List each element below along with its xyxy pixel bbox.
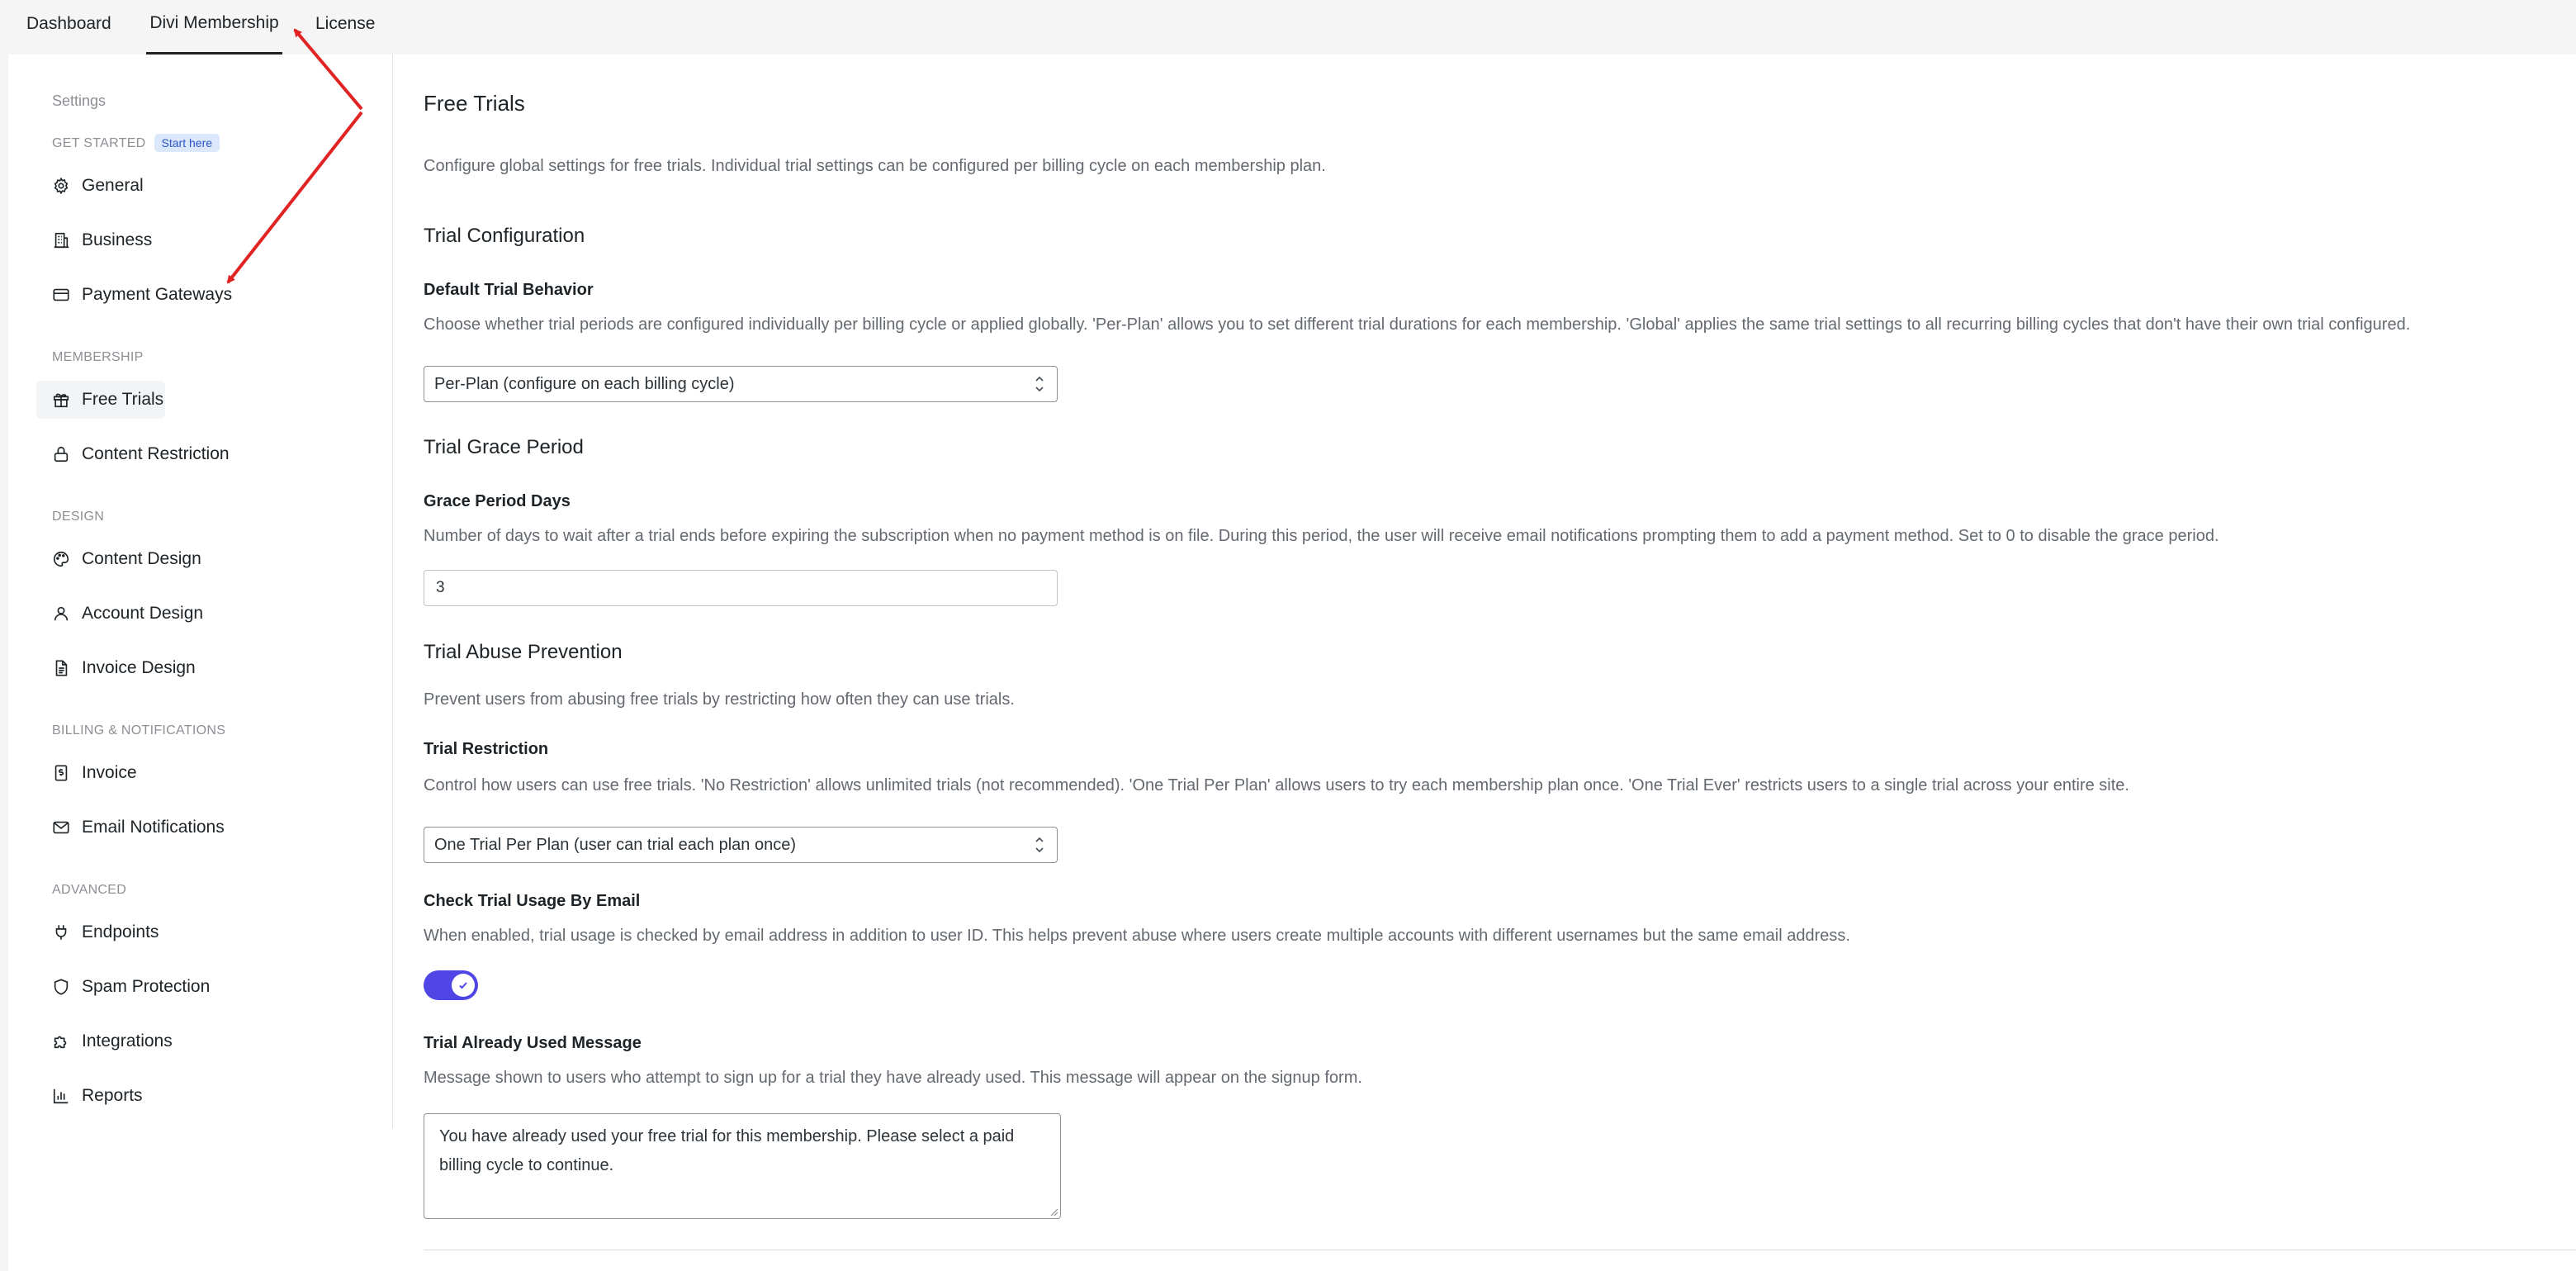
gift-icon [52, 391, 70, 409]
gear-icon [52, 177, 70, 195]
sidebar-heading-design: DESIGN [52, 510, 105, 524]
plug-icon [52, 923, 70, 941]
select-value: One Trial Per Plan (user can trial each … [434, 835, 796, 854]
check-trial-email-description: When enabled, trial usage is checked by … [424, 927, 1850, 945]
section-title-abuse-prevention: Trial Abuse Prevention [424, 641, 623, 663]
user-icon [52, 605, 70, 623]
sidebar-item-label: Payment Gateways [82, 285, 233, 304]
section-title-grace-period: Trial Grace Period [424, 436, 584, 458]
sidebar-heading-advanced: ADVANCED [52, 883, 127, 897]
sidebar-item-account-design[interactable]: Account Design [36, 595, 390, 633]
textarea-value: You have already used your free trial fo… [439, 1127, 1015, 1174]
default-trial-behavior-label: Default Trial Behavior [424, 281, 594, 299]
sidebar-item-label: Free Trials [82, 390, 164, 409]
check-icon [459, 982, 467, 989]
trial-used-message-description: Message shown to users who attempt to si… [424, 1069, 1362, 1087]
input-value: 3 [436, 579, 445, 596]
trial-restriction-description: Control how users can use free trials. '… [424, 776, 2129, 794]
sidebar-item-label: Reports [82, 1086, 143, 1105]
top-tab-bar: Dashboard Divi Membership License [0, 0, 2576, 55]
sidebar-item-label: Invoice Design [82, 658, 196, 677]
sidebar-item-spam-protection[interactable]: Spam Protection [36, 968, 390, 1006]
sidebar-item-label: Business [82, 230, 153, 249]
mail-icon [52, 818, 70, 837]
document-icon [52, 659, 70, 677]
sidebar-heading-label: GET STARTED [52, 136, 146, 150]
receipt-dollar-icon [52, 764, 70, 782]
trial-restriction-select[interactable]: One Trial Per Plan (user can trial each … [424, 827, 1058, 863]
sidebar-heading-get-started: GET STARTED Start here [52, 134, 220, 152]
page-intro: Configure global settings for free trial… [424, 157, 1326, 175]
default-trial-behavior-description: Choose whether trial periods are configu… [424, 315, 2411, 334]
sidebar-item-label: Content Design [82, 549, 201, 568]
sidebar-item-free-trials[interactable]: Free Trials [36, 381, 165, 419]
select-value: Per-Plan (configure on each billing cycl… [434, 374, 735, 393]
sidebar-item-label: Email Notifications [82, 818, 225, 837]
sidebar-settings-label: Settings [52, 92, 107, 109]
settings-panel [8, 55, 2576, 1271]
sidebar-item-payment-gateways[interactable]: Payment Gateways [36, 276, 390, 314]
shield-icon [52, 978, 70, 996]
sidebar-item-reports[interactable]: Reports [36, 1077, 390, 1115]
tab-divi-membership[interactable]: Divi Membership [146, 0, 282, 55]
lock-icon [52, 445, 70, 463]
sidebar-heading-billing: BILLING & NOTIFICATIONS [52, 723, 226, 737]
resize-grip-icon[interactable] [1049, 1207, 1058, 1216]
check-trial-email-toggle[interactable] [424, 970, 478, 1000]
sidebar-item-label: General [82, 176, 144, 195]
sidebar-item-label: Account Design [82, 604, 204, 623]
toggle-knob [452, 974, 475, 997]
tab-dashboard[interactable]: Dashboard [26, 0, 111, 55]
page-title: Free Trials [424, 91, 525, 116]
start-here-badge: Start here [154, 134, 220, 152]
trial-used-message-textarea[interactable]: You have already used your free trial fo… [424, 1113, 1061, 1219]
sidebar-item-label: Content Restriction [82, 444, 230, 463]
puzzle-icon [52, 1032, 70, 1050]
building-icon [52, 231, 70, 249]
sidebar-item-invoice-design[interactable]: Invoice Design [36, 649, 390, 687]
check-trial-email-label: Check Trial Usage By Email [424, 892, 641, 910]
sidebar-item-email-notifications[interactable]: Email Notifications [36, 809, 390, 847]
grace-period-days-label: Grace Period Days [424, 492, 571, 510]
sidebar-item-endpoints[interactable]: Endpoints [36, 913, 390, 951]
sidebar-item-label: Endpoints [82, 922, 159, 941]
chevron-up-down-icon [1035, 837, 1044, 853]
grace-period-days-description: Number of days to wait after a trial end… [424, 527, 2219, 545]
sidebar-item-invoice[interactable]: Invoice [36, 754, 390, 792]
sidebar-item-content-restriction[interactable]: Content Restriction [36, 435, 390, 473]
sidebar-item-business[interactable]: Business [36, 221, 390, 259]
sidebar-item-general[interactable]: General [36, 167, 390, 205]
abuse-prevention-description: Prevent users from abusing free trials b… [424, 690, 1015, 709]
tab-license[interactable]: License [315, 0, 375, 55]
palette-icon [52, 550, 70, 568]
trial-restriction-label: Trial Restriction [424, 740, 549, 758]
default-trial-behavior-select[interactable]: Per-Plan (configure on each billing cycl… [424, 366, 1058, 402]
section-title-trial-configuration: Trial Configuration [424, 225, 585, 247]
credit-card-icon [52, 286, 70, 304]
bar-chart-icon [52, 1087, 70, 1105]
settings-sidebar: Settings GET STARTED Start here General B… [8, 55, 393, 1128]
sidebar-item-integrations[interactable]: Integrations [36, 1022, 390, 1060]
chevron-up-down-icon [1035, 376, 1044, 392]
sidebar-item-label: Integrations [82, 1032, 173, 1050]
sidebar-item-label: Spam Protection [82, 977, 211, 996]
grace-period-days-input[interactable]: 3 [424, 570, 1058, 606]
sidebar-heading-membership: MEMBERSHIP [52, 350, 144, 364]
sidebar-item-content-design[interactable]: Content Design [36, 540, 390, 578]
sidebar-item-label: Invoice [82, 763, 137, 782]
trial-used-message-label: Trial Already Used Message [424, 1034, 642, 1052]
